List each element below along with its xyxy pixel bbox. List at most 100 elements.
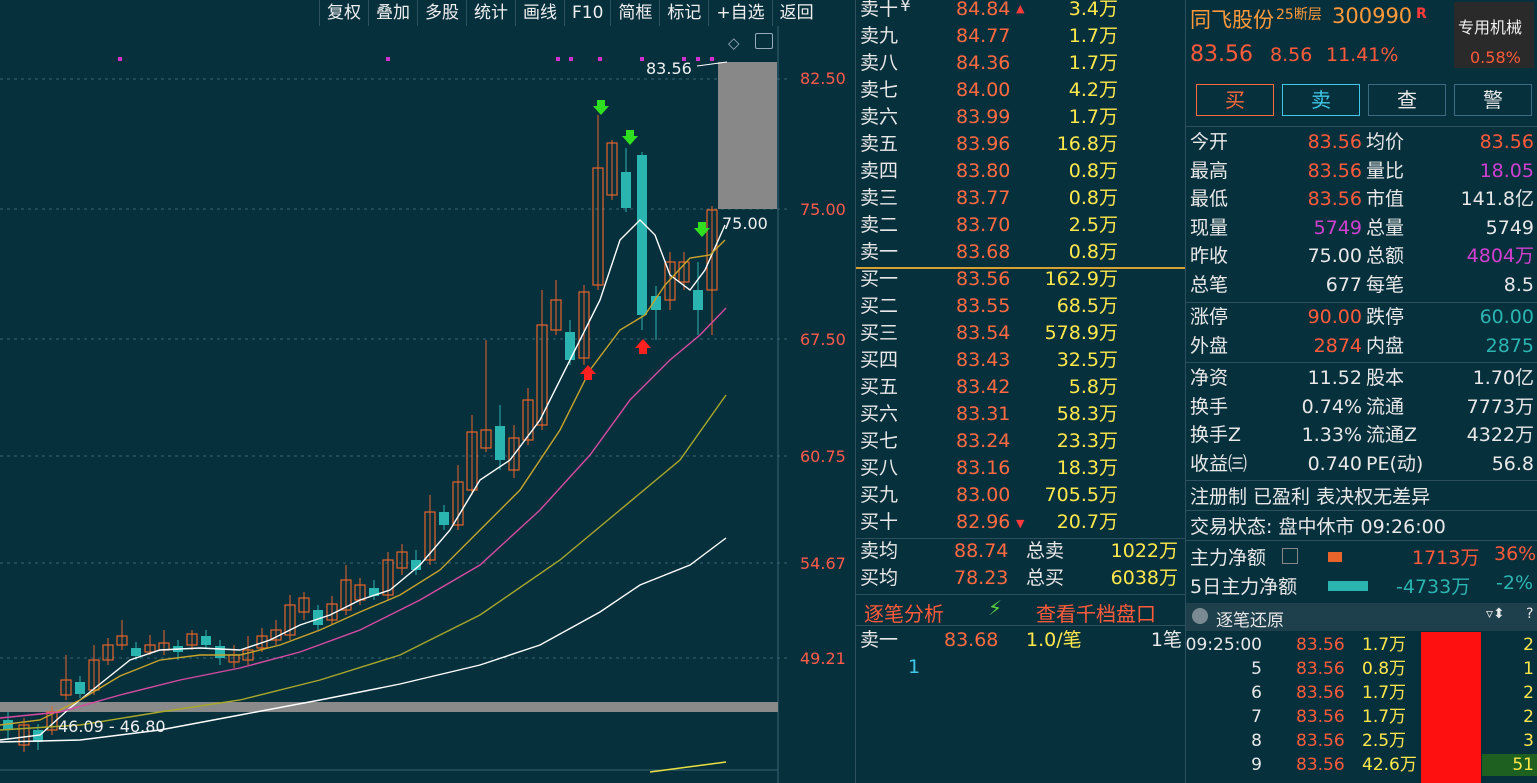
level-price: 83.42 [956, 376, 1011, 398]
level-price: 83.68 [956, 241, 1011, 263]
collapse-icon[interactable] [1192, 608, 1208, 624]
kline-chart[interactable]: 复权 叠加 多股 统计 画线 F10 简框 标记 +自选 返回 82.50 75.00 67.50… [0, 0, 855, 783]
toolbar-button[interactable]: 多股 [417, 0, 466, 26]
stat-row: 昨收 75.00 总额 4804万 [1190, 242, 1537, 270]
candle-body [201, 636, 211, 645]
tab-view-levels[interactable]: 查看千档盘口 [1036, 598, 1156, 627]
sell-level-row[interactable]: 卖六 83.99 1.7万 [856, 104, 1186, 131]
level-volume: 5.8万 [1068, 376, 1118, 398]
toolbar-button[interactable]: +自选 [708, 0, 771, 26]
alert-button[interactable]: 警 [1454, 84, 1532, 116]
help-icon[interactable]: ? [1526, 606, 1533, 622]
sector-name: 专用机械 [1458, 18, 1523, 37]
level-volume: 68.5万 [1056, 295, 1118, 317]
level-name: 买十 [860, 511, 899, 533]
toolbar-button[interactable]: F10 [564, 0, 610, 26]
filter-icon[interactable]: ▿⬍ [1486, 606, 1505, 622]
price-change: 8.56 [1270, 44, 1313, 66]
stat-label: 股本 [1366, 367, 1405, 389]
sell-level-row[interactable]: 卖九 84.77 1.7万 [856, 23, 1186, 50]
sell-level-row[interactable]: 卖二 83.70 2.5万 [856, 212, 1186, 239]
buy-level-row[interactable]: 买二 83.55 68.5万 [856, 293, 1186, 320]
sell-level-row[interactable]: 卖四 83.80 0.8万 [856, 158, 1186, 185]
tick-count: 51 [1512, 755, 1534, 775]
toolbar-button[interactable]: 复权 [319, 0, 368, 26]
main-net-bar [1328, 552, 1342, 562]
tick-volume: 1.7万 [1362, 635, 1407, 655]
buy-level-row[interactable]: 买三 83.54 578.9万 [856, 320, 1186, 347]
tick-count: 1 [1523, 659, 1534, 679]
buy-level-row[interactable]: 买一 83.56 162.9万 [856, 266, 1186, 293]
stat-label: 外盘 [1190, 334, 1229, 357]
chart-toolbar: 复权 叠加 多股 统计 画线 F10 简框 标记 +自选 返回 [319, 0, 821, 26]
buy-button[interactable]: 买 [1196, 84, 1274, 116]
y-tick-label: 67.50 [800, 330, 846, 349]
sell-button[interactable]: 卖 [1282, 84, 1360, 116]
kline-svg[interactable] [0, 0, 855, 783]
stat-row: 外盘 2874 内盘 2875 [1190, 332, 1537, 360]
toolbar-button[interactable]: 标记 [659, 0, 708, 26]
sell-level-row[interactable]: 卖七 84.00 4.2万 [856, 77, 1186, 104]
level-volume: 2.5万 [1068, 214, 1118, 236]
level-volume: 3.4万 [1068, 0, 1118, 20]
level-name: 卖六 [860, 106, 899, 128]
close-marker-label: 75.00 [722, 214, 768, 233]
level-price: 84.84 [956, 0, 1011, 20]
level-volume: 18.3万 [1056, 457, 1118, 479]
sell-signal-icon [622, 130, 638, 145]
ma10-line [0, 239, 726, 726]
panel-toggle-icon[interactable] [755, 33, 773, 49]
list-icon[interactable] [1282, 548, 1298, 564]
sell-level-row[interactable]: 卖一 83.68 0.8万 [856, 239, 1186, 266]
tick-time: 9 [1251, 755, 1262, 775]
sell-level-row[interactable]: 卖三 83.77 0.8万 [856, 185, 1186, 212]
stock-tag: 25断层 [1276, 7, 1322, 23]
sector-box[interactable]: 专用机械 0.58% [1454, 2, 1534, 68]
max-price-label: 83.56 [646, 59, 692, 78]
up-arrow-icon: ▲ [1016, 2, 1025, 15]
level-price: 83.43 [956, 349, 1011, 371]
stat-value: 0.740 [1307, 452, 1362, 475]
buy-level-row[interactable]: 买五 83.42 5.8万 [856, 374, 1186, 401]
candle-body [495, 426, 505, 460]
y-tick-label: 54.67 [800, 554, 846, 573]
candle-body [565, 332, 575, 360]
level-name: 卖五 [860, 133, 899, 155]
toolbar-button[interactable]: 叠加 [368, 0, 417, 26]
stat-value: 7773万 [1466, 395, 1534, 418]
toolbar-button[interactable]: 画线 [515, 0, 564, 26]
query-button[interactable]: 查 [1368, 84, 1446, 116]
level-price: 83.96 [956, 133, 1011, 155]
diamond-icon[interactable]: ◇ [728, 34, 740, 52]
buy-level-row[interactable]: 买八 83.16 18.3万 [856, 455, 1186, 482]
stat-value: 4804万 [1466, 245, 1534, 267]
buy-level-row[interactable]: 买七 83.24 23.3万 [856, 428, 1186, 455]
buy-level-row[interactable]: 买六 83.31 58.3万 [856, 401, 1186, 428]
sell-level-row[interactable]: 卖五 83.96 16.8万 [856, 131, 1186, 158]
toolbar-button[interactable]: 统计 [466, 0, 515, 26]
buy-level-row[interactable]: 买九 83.00 705.5万 [856, 482, 1186, 509]
stat-label: PE(动) [1366, 452, 1424, 475]
level-price: 83.16 [956, 457, 1011, 479]
level-name: 买九 [860, 484, 899, 506]
level-name: 买三 [860, 322, 899, 344]
sell-level-row[interactable]: 卖八 84.36 1.7万 [856, 50, 1186, 77]
tick-row: 09:25:00 83.56 1.7万 2 [1186, 633, 1537, 657]
toolbar-button[interactable]: 简框 [610, 0, 659, 26]
tab-trade-analysis[interactable]: 逐笔分析 [864, 598, 944, 627]
level-volume: 162.9万 [1044, 268, 1118, 290]
signal-dot [598, 57, 602, 61]
level-name: 买四 [860, 349, 899, 371]
level-price: 84.77 [956, 25, 1011, 47]
toolbar-button[interactable]: 返回 [771, 0, 821, 26]
level-name: 买一 [860, 268, 899, 290]
price-gap-box [718, 62, 777, 209]
avg-sell-row: 卖均 88.74 总卖 1022万 [860, 540, 1178, 562]
level-volume: 0.8万 [1068, 187, 1118, 209]
candle-body [439, 512, 449, 525]
main5-value: -4733万 [1396, 576, 1471, 598]
buy-level-row[interactable]: 买四 83.43 32.5万 [856, 347, 1186, 374]
stock-name: 同飞股份 [1190, 8, 1274, 32]
stock-code: 300990 [1332, 4, 1413, 28]
stat-label: 最高 [1190, 159, 1229, 182]
